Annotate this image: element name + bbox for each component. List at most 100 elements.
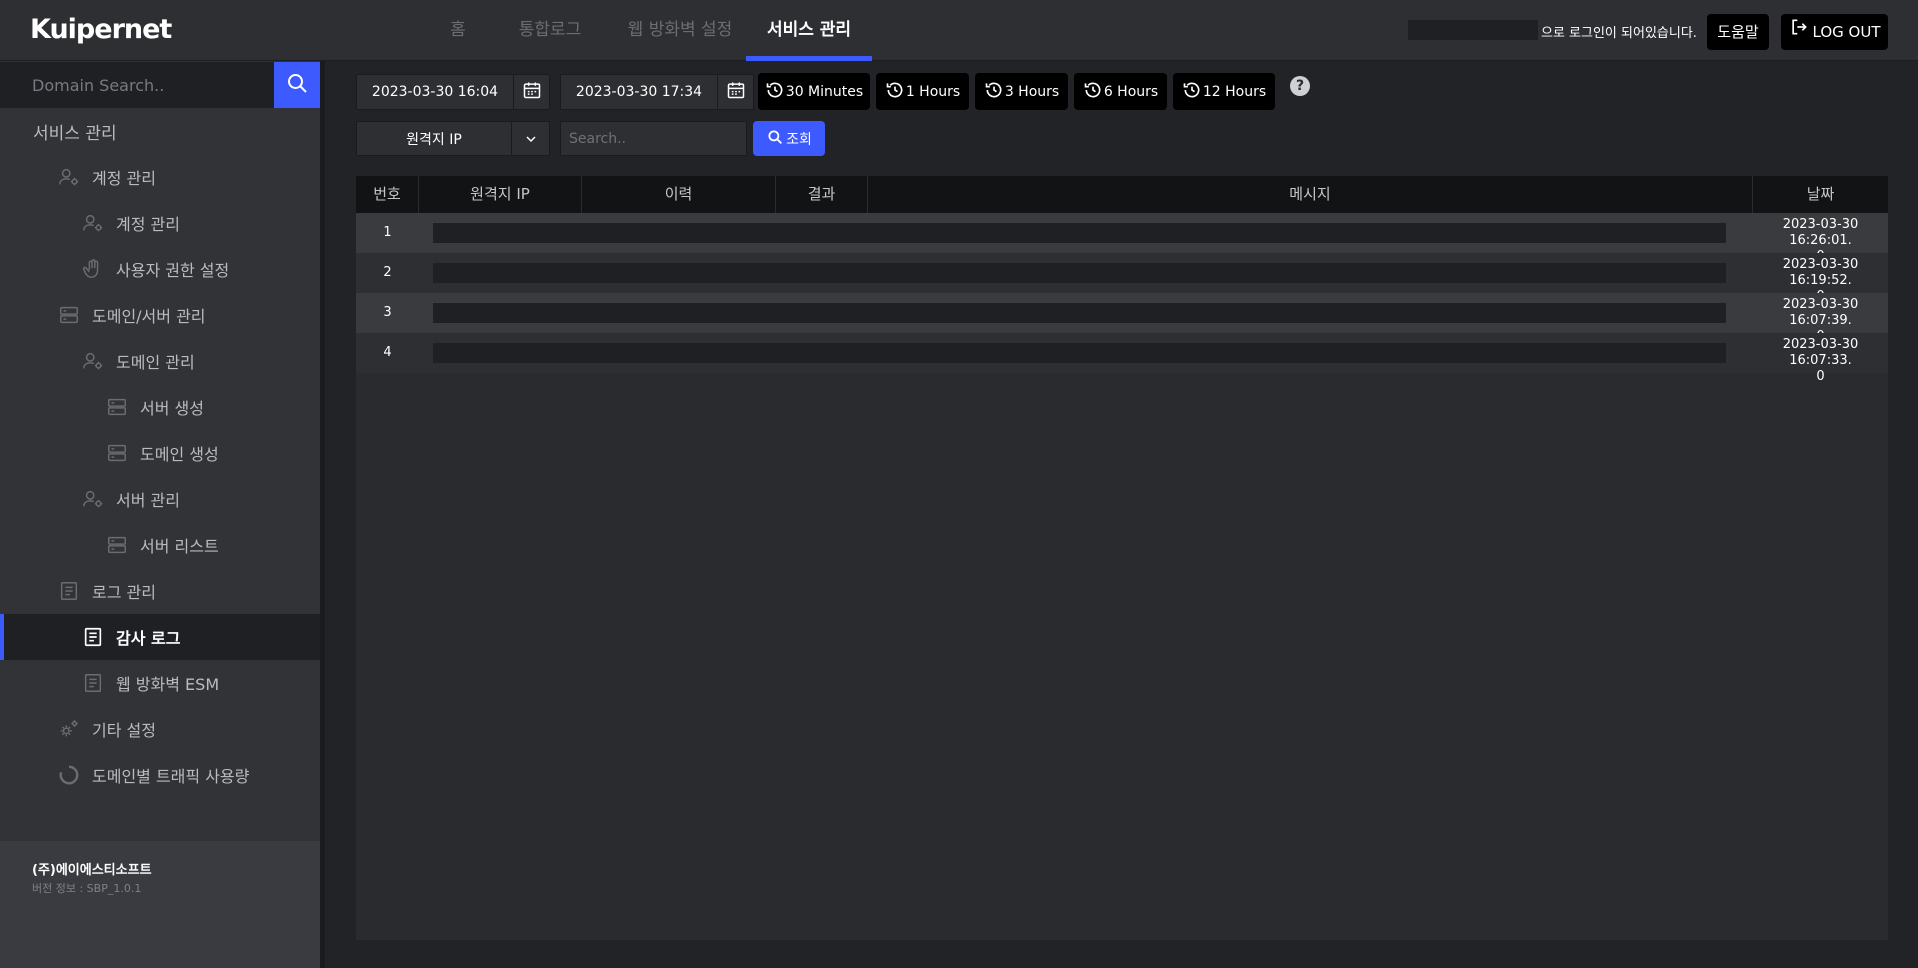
table-row[interactable]: 2 2023-03-30 16:19:52. 0 [356,253,1888,304]
sidebar-item-audit-log[interactable]: 감사 로그 [0,614,320,660]
range-label: 6 Hours [1103,83,1159,100]
sidebar-item-label: 서버 생성 [140,399,204,418]
help-button[interactable]: 도움말 [1707,14,1769,50]
row-date-line1: 2023-03-30 16:07:33. [1782,337,1859,368]
log-search-input[interactable] [560,121,747,156]
sidebar-item-log-management[interactable]: 로그 관리 [0,568,320,614]
server-icon [106,534,128,556]
query-button[interactable]: 조회 [753,121,825,156]
sidebar-item-account-management[interactable]: 계정 관리 [0,154,320,200]
end-date-value: 2023-03-30 17:34 [575,84,703,100]
sidebar-item-label: 로그 관리 [92,583,156,602]
tab-home[interactable]: 홈 [430,0,486,61]
top-header: Kuipernet 홈 통합로그 웹 방화벽 설정 서비스 관리 으로 로그인이… [0,0,1918,61]
sidebar-footer: (주)에이에스티소프트 버전 정보 : SBP_1.0.1 [0,841,320,968]
row-number: 3 [383,305,392,320]
sidebar-item-server-management[interactable]: 서버 관리 [0,476,320,522]
range-12-hours-button[interactable]: 12 Hours [1173,73,1275,110]
tab-service-management[interactable]: 서비스 관리 [746,0,872,61]
history-icon [885,80,906,104]
row-number: 1 [383,225,392,240]
search-field-select[interactable]: 원격지 IP [356,121,550,156]
column-header-remote-ip[interactable]: 원격지 IP [419,176,582,213]
table-header: 번호 원격지 IP 이력 결과 메시지 날짜 [356,176,1888,213]
sidebar-item-label: 감사 로그 [116,629,181,648]
range-1-hour-button[interactable]: 1 Hours [876,73,969,110]
row-date-line1: 2023-03-30 16:26:01. [1782,217,1859,248]
row-content [419,213,1753,253]
app-logo[interactable]: Kuipernet [30,14,172,45]
history-icon [1182,80,1203,104]
user-gear-icon [82,350,104,372]
row-date-line1: 2023-03-30 16:07:39. [1782,297,1859,328]
domain-search-input[interactable] [0,62,274,108]
domain-search-button[interactable] [274,62,320,108]
history-icon [765,80,786,104]
sidebar-item-domain-management[interactable]: 도메인 관리 [0,338,320,384]
range-6-hours-button[interactable]: 6 Hours [1074,73,1167,110]
table-row[interactable]: 1 2023-03-30 16:26:01. 0 [356,213,1888,264]
user-gear-icon [82,212,104,234]
sidebar-item-server-create[interactable]: 서버 생성 [0,384,320,430]
range-3-hours-button[interactable]: 3 Hours [975,73,1068,110]
sidebar-item-other-settings[interactable]: 기타 설정 [0,706,320,752]
domain-search [0,62,320,108]
row-date: 2023-03-30 16:07:39. 0 [1753,293,1888,344]
range-label: 30 Minutes [785,83,864,100]
masked-username [1408,20,1538,40]
help-question-icon[interactable]: ? [1290,76,1310,96]
user-gear-icon [58,166,80,188]
hand-icon [82,258,104,280]
sidebar-item-label: 도메인 관리 [116,353,195,372]
column-header-number[interactable]: 번호 [356,176,419,213]
logout-button[interactable]: LOG OUT [1781,14,1888,50]
calendar-icon [726,80,746,104]
search-field-value: 원격지 IP [406,131,462,148]
server-icon [58,304,80,326]
sidebar-item-label: 사용자 권한 설정 [116,261,230,280]
sidebar-item-label: 도메인별 트래픽 사용량 [92,767,250,786]
sidebar-item-label: 웹 방화벽 ESM [116,675,220,694]
sidebar-item-domain-server-management[interactable]: 도메인/서버 관리 [0,292,320,338]
document-icon [58,580,80,602]
row-date: 2023-03-30 16:26:01. 0 [1753,213,1888,264]
row-content [419,333,1753,373]
sidebar-item-label: 계정 관리 [92,169,156,188]
tab-waf-settings[interactable]: 웹 방화벽 설정 [614,0,746,61]
sidebar-item-account-management-sub[interactable]: 계정 관리 [0,200,320,246]
sidebar-item-user-permissions[interactable]: 사용자 권한 설정 [0,246,320,292]
document-icon [82,672,104,694]
sidebar-item-label: 도메인 생성 [140,445,219,464]
range-30-minutes-button[interactable]: 30 Minutes [758,73,870,110]
start-date-picker[interactable]: 2023-03-30 16:04 [356,74,550,110]
search-icon [285,71,309,99]
table-row[interactable]: 4 2023-03-30 16:07:33. 0 [356,333,1888,384]
sidebar-item-server-list[interactable]: 서버 리스트 [0,522,320,568]
column-header-message[interactable]: 메시지 [868,176,1753,213]
row-date-line1: 2023-03-30 16:19:52. [1782,257,1859,288]
query-label: 조회 [786,131,812,148]
logout-icon [1789,14,1809,50]
sidebar-item-label: 계정 관리 [116,215,180,234]
sidebar-item-waf-esm[interactable]: 웹 방화벽 ESM [0,660,320,706]
row-date: 2023-03-30 16:07:33. 0 [1753,333,1888,384]
end-calendar-button[interactable] [717,75,753,109]
column-header-date[interactable]: 날짜 [1753,176,1888,213]
row-date-line2: 0 [1816,369,1825,384]
sidebar-item-domain-traffic[interactable]: 도메인별 트래픽 사용량 [0,752,320,798]
audit-log-table: 번호 원격지 IP 이력 결과 메시지 날짜 1 2023-03-30 16:2… [356,176,1888,940]
server-icon [106,442,128,464]
column-header-result[interactable]: 결과 [776,176,868,213]
table-row[interactable]: 3 2023-03-30 16:07:39. 0 [356,293,1888,344]
sidebar-item-label: 서비스 관리 [33,123,117,144]
column-header-history[interactable]: 이력 [582,176,776,213]
row-number: 4 [383,345,392,360]
sidebar-item-domain-create[interactable]: 도메인 생성 [0,430,320,476]
start-date-value: 2023-03-30 16:04 [371,84,499,100]
end-date-picker[interactable]: 2023-03-30 17:34 [560,74,754,110]
sidebar-item-service-management[interactable]: 서비스 관리 [0,108,320,154]
range-label: 1 Hours [905,83,961,100]
tab-integrated-log[interactable]: 통합로그 [486,0,614,61]
logout-label: LOG OUT [1812,23,1881,41]
start-calendar-button[interactable] [513,75,549,109]
